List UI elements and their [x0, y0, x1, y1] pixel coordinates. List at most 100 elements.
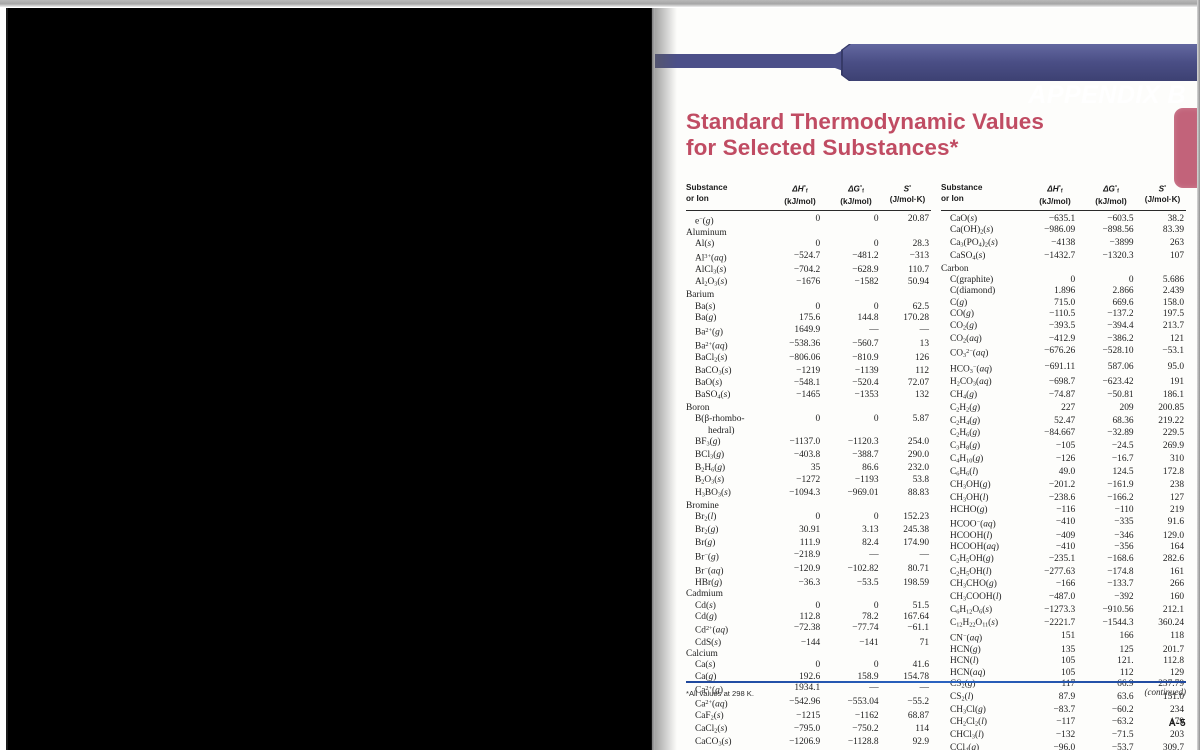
value-delta-g: −553.04	[847, 697, 879, 708]
value-delta-h: 0	[815, 301, 821, 312]
value-delta-h: −635.1	[1048, 213, 1076, 224]
value-delta-g: −481.2	[852, 250, 879, 261]
table-row: HCOO−(aq) −410 −335 91.6	[941, 517, 1186, 531]
value-entropy: 234	[1169, 704, 1185, 715]
continued-note: (continued)	[1144, 687, 1186, 697]
value-delta-g: −161.9	[1107, 479, 1134, 490]
blank-left-panel-inner	[6, 8, 652, 750]
substance-formula: AlCl3(s)	[695, 264, 727, 275]
table-row: Calcium	[686, 649, 931, 660]
value-entropy: 309.7	[1162, 743, 1185, 750]
value-delta-g: 0	[873, 414, 879, 425]
table-row: CO2(aq) −412.9 −386.2 121	[941, 334, 1186, 347]
value-delta-h: 0	[815, 414, 821, 425]
substance-formula: Ca2+(aq)	[695, 699, 728, 710]
table-row: Al2O3(s) −1676 −1582 50.94	[686, 277, 931, 290]
value-delta-g: −102.82	[847, 563, 879, 574]
substance-formula: BaCO3(s)	[695, 365, 732, 376]
substance-formula: Ca3(PO4)2(s)	[950, 237, 998, 249]
value-delta-g: 3.13	[862, 525, 879, 536]
table-body-right: CaO(s) −635.1 −603.5 38.2 Ca(OH)2(s) −986.09−…	[941, 214, 1186, 750]
table-row: Ba(g) 175.6 144.8 170.28	[686, 313, 931, 324]
table-row: C3H8(g) −105 −24.5 269.9	[941, 441, 1186, 454]
value-delta-h: −704.2	[793, 264, 821, 275]
value-delta-g: −60.2	[1111, 704, 1134, 715]
value-delta-h: 52.47	[1054, 415, 1076, 426]
value-delta-h	[1020, 264, 1080, 275]
value-delta-g: −53.7	[1111, 743, 1134, 750]
value-entropy: 62.5	[912, 301, 930, 312]
value-entropy: —	[919, 549, 930, 560]
table-row: C6H6(l) 49.0 124.5 172.8	[941, 467, 1186, 480]
substance-formula: C2H4(g)	[950, 415, 981, 427]
value-entropy: 200.85	[1158, 402, 1185, 413]
value-delta-g: 125	[1119, 644, 1134, 655]
table-row: Carbon	[941, 264, 1186, 275]
value-delta-h: −542.96	[789, 697, 821, 708]
substance-formula: BCl3(g)	[695, 449, 725, 461]
table-row: hedral)	[686, 426, 931, 437]
table-row: C(g) 715.0 669.6 158.0	[941, 298, 1186, 309]
substance-formula: Ca(OH)2(s)	[950, 225, 994, 236]
table-row: B2H6(g) 35 86.6 232.0	[686, 463, 931, 476]
value-entropy: 71	[919, 637, 930, 648]
value-delta-g: 124.5	[1112, 466, 1134, 477]
substance-formula: CaSO4(s)	[950, 250, 986, 262]
value-delta-h: −524.7	[793, 250, 821, 261]
value-delta-g: 0	[873, 660, 879, 671]
substance-formula: HCOO−(aq)	[950, 518, 996, 530]
substance-formula: HCN(g)	[950, 644, 981, 655]
substance-formula: Br2(l)	[695, 512, 717, 523]
table-row: Al3+(aq) −524.7 −481.2 −313	[686, 251, 931, 265]
value-delta-h: 715.0	[1054, 297, 1076, 308]
substance-formula: CH3OH(l)	[950, 492, 989, 503]
value-delta-g	[825, 290, 885, 301]
table-row: C2H6(g) −84.667 −32.89 229.5	[941, 428, 1186, 441]
value-delta-g: −24.5	[1111, 441, 1134, 452]
value-delta-h: 151	[1061, 630, 1076, 641]
table-row: BCl3(g) −403.8 −388.7 290.0	[686, 450, 931, 463]
substance-formula: Cd(s)	[695, 600, 716, 611]
value-delta-h	[765, 403, 825, 414]
value-delta-h	[779, 426, 834, 437]
value-entropy: −61.1	[907, 623, 930, 634]
value-delta-h: −84.667	[1044, 428, 1076, 439]
value-delta-h: −691.11	[1044, 361, 1076, 372]
value-delta-g: 669.6	[1112, 297, 1134, 308]
value-entropy: 152.23	[903, 512, 930, 523]
value-delta-h: 0	[815, 600, 821, 611]
value-delta-h	[765, 290, 825, 301]
value-entropy: 160	[1169, 592, 1185, 603]
value-delta-h: 175.6	[799, 313, 821, 324]
value-delta-h: 0	[815, 239, 821, 250]
value-delta-h: −116	[1056, 505, 1076, 516]
table-row: Br−(g) −218.9 — —	[686, 550, 931, 564]
substance-formula: BF3(g)	[695, 436, 721, 448]
value-delta-h: −1432.7	[1044, 250, 1076, 261]
table-row: AlCl3(s) −704.2 −628.9 110.7	[686, 265, 931, 278]
value-entropy: 229.5	[1162, 428, 1185, 439]
value-delta-g: −346	[1114, 530, 1134, 541]
value-delta-g: −166.2	[1107, 492, 1134, 503]
value-entropy: 198.59	[903, 577, 930, 588]
table-column-right: Substance or Ion ΔH°f (kJ/mol) ΔG°f (kJ/…	[941, 183, 1186, 750]
table-row: CH3COOH(l) −487.0 −392 160	[941, 592, 1186, 605]
table-row: B(β-rhombo- 0 0 5.87	[686, 414, 931, 425]
table-row: CO32−(aq) −676.26 −528.10 −53.1	[941, 346, 1186, 361]
value-delta-g: −969.01	[847, 488, 879, 499]
table-row: CH3Cl(g) −83.7 −60.2 234	[941, 705, 1186, 718]
substance-formula: Al3+(aq)	[695, 252, 727, 264]
value-entropy	[886, 649, 931, 660]
value-entropy	[886, 403, 931, 414]
substance-formula: C(diamond)	[950, 286, 996, 297]
substance-formula: CH3OH(g)	[950, 479, 991, 491]
value-delta-g: −174.8	[1107, 566, 1134, 577]
value-delta-h: −238.6	[1048, 492, 1076, 503]
value-delta-g: −133.7	[1107, 579, 1134, 590]
substance-formula: hedral)	[708, 425, 735, 436]
substance-group-label: Barium	[686, 290, 715, 301]
substance-formula: CN−(aq)	[950, 632, 983, 644]
value-entropy: 170.28	[903, 313, 930, 324]
value-delta-g: —	[869, 549, 879, 560]
value-entropy: 269.9	[1162, 441, 1185, 452]
